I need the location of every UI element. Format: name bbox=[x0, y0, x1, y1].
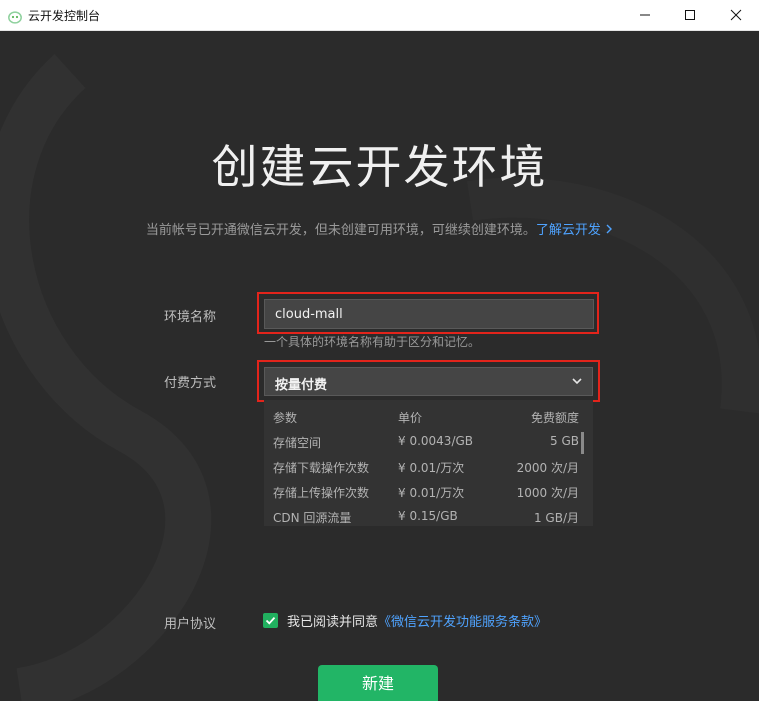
minimize-button[interactable] bbox=[622, 0, 668, 31]
agreement-label: 用户协议 bbox=[164, 617, 217, 632]
table-cell: ¥ 0.01/万次 bbox=[398, 461, 465, 475]
minimize-icon bbox=[639, 6, 651, 25]
table-header: 参数 bbox=[273, 411, 298, 425]
create-button[interactable]: 新建 bbox=[318, 665, 438, 701]
env-name-input[interactable]: cloud-mall bbox=[264, 299, 594, 329]
pricing-table[interactable]: 参数 单价 免费额度 存储空间 ¥ 0.0043/GB 5 GB 存储下载操作次… bbox=[264, 400, 593, 526]
learn-more-label: 了解云开发 bbox=[535, 223, 601, 238]
table-cell: ¥ 0.15/GB bbox=[398, 509, 458, 523]
maximize-icon bbox=[684, 6, 696, 25]
close-icon bbox=[730, 6, 742, 25]
env-name-label: 环境名称 bbox=[164, 310, 217, 325]
table-cell: ¥ 0.01/万次 bbox=[398, 486, 465, 500]
table-cell: ¥ 0.0043/GB bbox=[398, 434, 474, 448]
table-row: CDN 回源流量 ¥ 0.15/GB 1 GB/月 bbox=[264, 504, 593, 526]
table-row: 存储上传操作次数 ¥ 0.01/万次 1000 次/月 bbox=[264, 479, 593, 504]
table-cell: 2000 次/月 bbox=[516, 461, 579, 475]
learn-more-link[interactable]: 了解云开发 bbox=[536, 223, 613, 238]
subtitle-text: 当前帐号已开通微信云开发，但未创建可用环境，可继续创建环境。 bbox=[145, 223, 536, 238]
env-name-hint: 一个具体的环境名称有助于区分和记忆。 bbox=[264, 335, 481, 349]
table-row: 存储下载操作次数 ¥ 0.01/万次 2000 次/月 bbox=[264, 454, 593, 479]
table-cell: 存储上传操作次数 bbox=[273, 486, 370, 500]
payment-select[interactable]: 按量付费 bbox=[264, 367, 593, 396]
table-cell: CDN 回源流量 bbox=[273, 511, 352, 525]
maximize-button[interactable] bbox=[667, 0, 713, 31]
create-environment-panel: 创建云开发环境 当前帐号已开通微信云开发，但未创建可用环境，可继续创建环境。了解… bbox=[0, 31, 759, 701]
agreement-text: 我已阅读并同意《微信云开发功能服务条款》 bbox=[287, 611, 547, 630]
chevron-right-icon bbox=[605, 223, 613, 238]
agreement-statement: 我已阅读并同意 bbox=[287, 615, 379, 630]
checkmark-icon bbox=[263, 613, 278, 632]
payment-label: 付费方式 bbox=[164, 376, 217, 391]
table-cell: 1 GB/月 bbox=[533, 511, 579, 525]
table-cell: 存储下载操作次数 bbox=[273, 461, 370, 475]
page-subtitle: 当前帐号已开通微信云开发，但未创建可用环境，可继续创建环境。了解云开发 bbox=[0, 219, 759, 238]
table-cell: 5 GB bbox=[550, 434, 579, 448]
table-row: 存储空间 ¥ 0.0043/GB 5 GB bbox=[264, 429, 593, 454]
page-title: 创建云开发环境 bbox=[211, 140, 548, 194]
close-button[interactable] bbox=[713, 0, 759, 31]
agreement-checkbox[interactable] bbox=[263, 613, 278, 628]
table-cell: 1000 次/月 bbox=[516, 486, 579, 500]
window-title: 云开发控制台 bbox=[28, 9, 101, 23]
cloud-dev-logo-icon bbox=[8, 9, 22, 24]
window-titlebar: 云开发控制台 bbox=[0, 0, 759, 31]
table-cell: 存储空间 bbox=[273, 436, 322, 450]
table-header: 免费额度 bbox=[530, 411, 579, 425]
payment-selected-value: 按量付费 bbox=[275, 378, 328, 393]
terms-link[interactable]: 《微信云开发功能服务条款》 bbox=[378, 615, 547, 630]
table-header: 单价 bbox=[398, 411, 423, 425]
table-scrollbar[interactable] bbox=[581, 432, 584, 454]
table-header-row: 参数 单价 免费额度 bbox=[264, 404, 593, 429]
chevron-down-icon bbox=[571, 375, 583, 387]
